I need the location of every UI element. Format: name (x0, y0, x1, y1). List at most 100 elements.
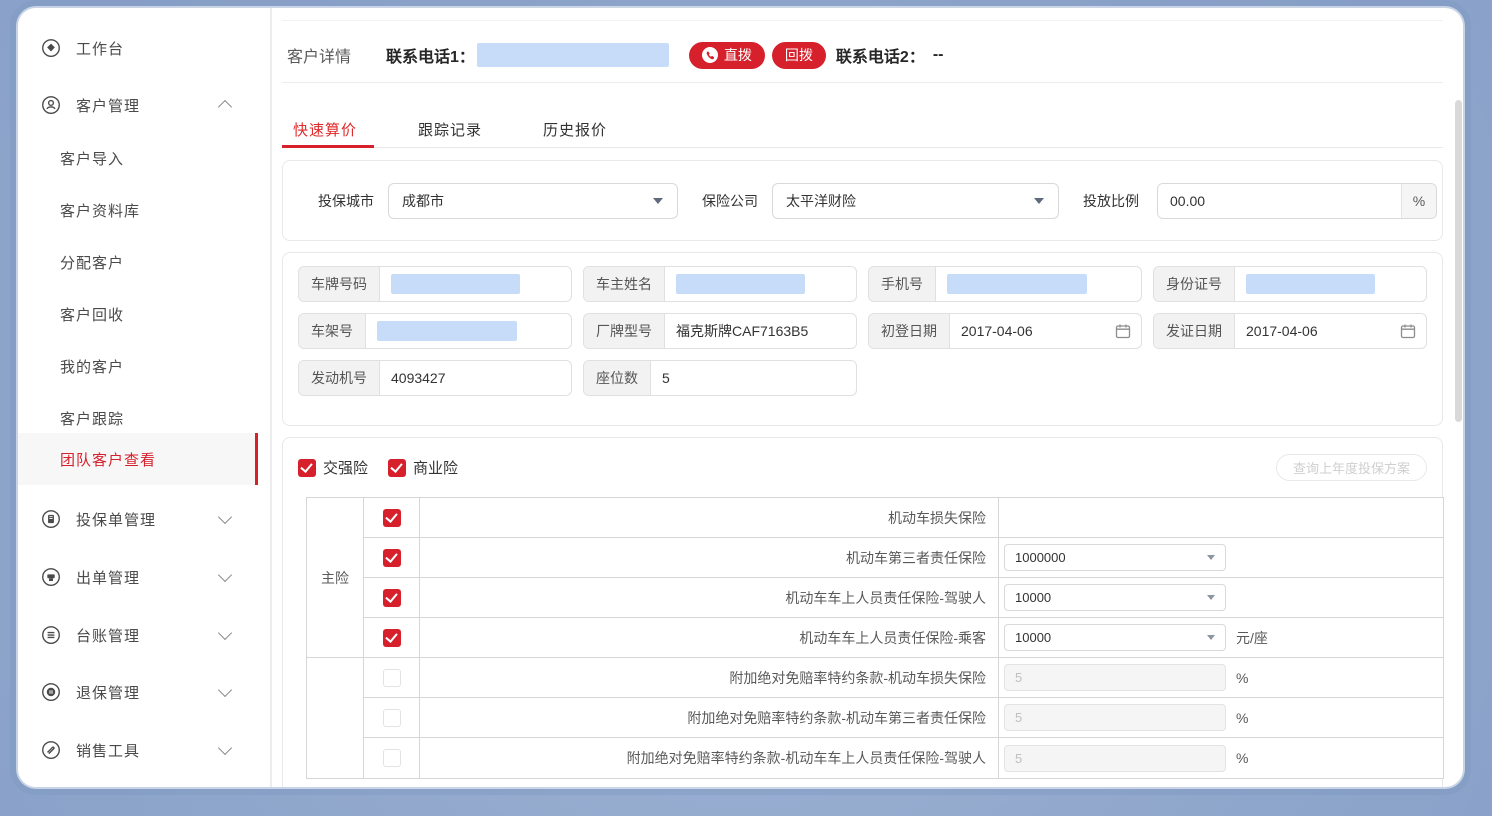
customer-icon (40, 94, 62, 116)
city-label: 投保城市 (318, 191, 374, 211)
company-select[interactable]: 太平洋财险 (772, 183, 1059, 219)
field-value[interactable] (1235, 267, 1426, 301)
sidebar-item-customer[interactable]: 客户管理 (18, 91, 258, 119)
field-value[interactable]: 2017-04-06 (1235, 314, 1426, 348)
coverage-name: 机动车车上人员责任保险-驾驶人 (420, 578, 999, 618)
coverage-checkbox[interactable] (383, 709, 401, 727)
coverage-checkbox[interactable] (383, 549, 401, 567)
sidebar-subitem[interactable]: 客户资料库 (18, 196, 258, 224)
coverage-checkbox[interactable] (383, 749, 401, 767)
company-select-value: 太平洋财险 (786, 191, 856, 211)
field-value[interactable] (936, 267, 1141, 301)
field-label: 车牌号码 (299, 267, 380, 301)
sidebar-item-label: 台账管理 (76, 625, 140, 646)
coverage-name: 机动车第三者责任保险 (420, 538, 999, 578)
tab-quick-quote[interactable]: 快速算价 (293, 108, 357, 147)
calendar-icon[interactable] (1400, 323, 1416, 339)
direct-dial-button[interactable]: 直拨 (689, 42, 765, 69)
sidebar-item-label: 客户导入 (60, 148, 124, 169)
vehicle-field: 车架号 (298, 313, 572, 349)
tab-tracking-record[interactable]: 跟踪记录 (418, 108, 482, 147)
sidebar-item-label: 退保管理 (76, 682, 140, 703)
coverage-unit-label: % (1236, 750, 1248, 766)
coverage-checkbox[interactable] (383, 509, 401, 527)
vehicle-field: 身份证号 (1153, 266, 1427, 302)
sidebar-subitem[interactable]: 我的客户 (18, 352, 258, 380)
sidebar-subitem[interactable]: 分配客户 (18, 248, 258, 276)
ratio-input[interactable] (1158, 184, 1401, 218)
redacted-value (676, 274, 805, 294)
sidebar-item-active[interactable]: 团队客户查看 (18, 433, 258, 485)
field-label: 座位数 (584, 361, 651, 395)
coverage-checkbox-cell (364, 578, 420, 618)
coverage-checkbox-cell (364, 538, 420, 578)
sidebar-subitem[interactable]: 客户回收 (18, 300, 258, 328)
chevron-down-icon (1207, 635, 1215, 640)
field-value[interactable]: 福克斯牌CAF7163B5 (665, 314, 856, 348)
insurance-card: 交强险 商业险 查询上年度投保方案 主险机动车损失保险机动车第三者责任保险100… (282, 437, 1443, 787)
sidebar-item-refund[interactable]: 退保管理 (18, 678, 258, 706)
sidebar-item-label: 工作台 (76, 38, 124, 59)
sidebar-item-workbench[interactable]: 工作台 (18, 34, 258, 62)
coverage-amount-select[interactable]: 10000 (1004, 624, 1226, 651)
sidebar-divider (270, 8, 272, 787)
sidebar-item-ledger[interactable]: 台账管理 (18, 621, 258, 649)
chevron-down-icon (1207, 555, 1215, 560)
coverage-checkbox-cell (364, 698, 420, 738)
content-top-divider (282, 20, 1443, 21)
field-value[interactable]: 5 (651, 361, 856, 395)
refund-icon (40, 681, 62, 703)
issue-icon (40, 566, 62, 588)
coverage-value-cell: 10000元/座 (999, 618, 1443, 658)
field-value[interactable] (380, 267, 571, 301)
sidebar: 工作台客户管理客户导入客户资料库分配客户客户回收我的客户客户跟踪团队客户查看投保… (18, 8, 258, 787)
content-scrollbar[interactable] (1455, 100, 1462, 422)
header-divider (282, 82, 1443, 83)
sidebar-item-policy[interactable]: 投保单管理 (18, 505, 258, 533)
coverage-amount-select[interactable]: 1000000 (1004, 544, 1226, 571)
field-value[interactable]: 2017-04-06 (950, 314, 1141, 348)
sidebar-subitem[interactable]: 客户导入 (18, 144, 258, 172)
phone2-label: 联系电话2： (836, 43, 925, 67)
field-label: 车架号 (299, 314, 366, 348)
vehicle-field: 厂牌型号福克斯牌CAF7163B5 (583, 313, 857, 349)
coverage-value-cell: 1000000 (999, 538, 1443, 578)
field-value[interactable] (665, 267, 856, 301)
coverage-amount-select[interactable]: 10000 (1004, 584, 1226, 611)
coverage-group-label (307, 658, 364, 778)
sidebar-item-label: 客户跟踪 (60, 408, 124, 429)
sidebar-item-sales-tools[interactable]: 销售工具 (18, 736, 258, 764)
compulsory-checkbox[interactable] (298, 459, 316, 477)
coverage-checkbox-cell (364, 658, 420, 698)
vehicle-field: 车主姓名 (583, 266, 857, 302)
sidebar-subitem[interactable]: 客户跟踪 (18, 404, 258, 432)
coverage-checkbox[interactable] (383, 589, 401, 607)
field-text: 5 (662, 370, 670, 386)
city-select[interactable]: 成都市 (388, 183, 678, 219)
callback-button[interactable]: 回拨 (772, 42, 826, 69)
coverage-table: 主险机动车损失保险机动车第三者责任保险1000000机动车车上人员责任保险-驾驶… (306, 497, 1444, 779)
field-value[interactable] (366, 314, 571, 348)
tab-history-quote[interactable]: 历史报价 (543, 108, 607, 147)
field-text: 福克斯牌CAF7163B5 (676, 321, 808, 341)
coverage-value-cell: 10000 (999, 578, 1443, 618)
query-last-year-plan-button[interactable]: 查询上年度投保方案 (1276, 454, 1427, 481)
coverage-checkbox-cell (364, 498, 420, 538)
coverage-checkbox-cell (364, 618, 420, 658)
chevron-down-icon (218, 510, 232, 524)
deductible-rate-input (1004, 704, 1226, 731)
sidebar-item-label: 出单管理 (76, 567, 140, 588)
phone-icon (702, 47, 718, 63)
calendar-icon[interactable] (1115, 323, 1131, 339)
coverage-checkbox[interactable] (383, 669, 401, 687)
sidebar-item-label: 客户资料库 (60, 200, 140, 221)
field-value[interactable]: 4093427 (380, 361, 571, 395)
chevron-up-icon (218, 100, 232, 114)
commercial-checkbox[interactable] (388, 459, 406, 477)
field-label: 发动机号 (299, 361, 380, 395)
direct-dial-label: 直拨 (724, 45, 752, 65)
field-text: 2017-04-06 (1246, 323, 1318, 339)
sidebar-item-issue[interactable]: 出单管理 (18, 563, 258, 591)
vehicle-field: 初登日期2017-04-06 (868, 313, 1142, 349)
coverage-checkbox[interactable] (383, 629, 401, 647)
